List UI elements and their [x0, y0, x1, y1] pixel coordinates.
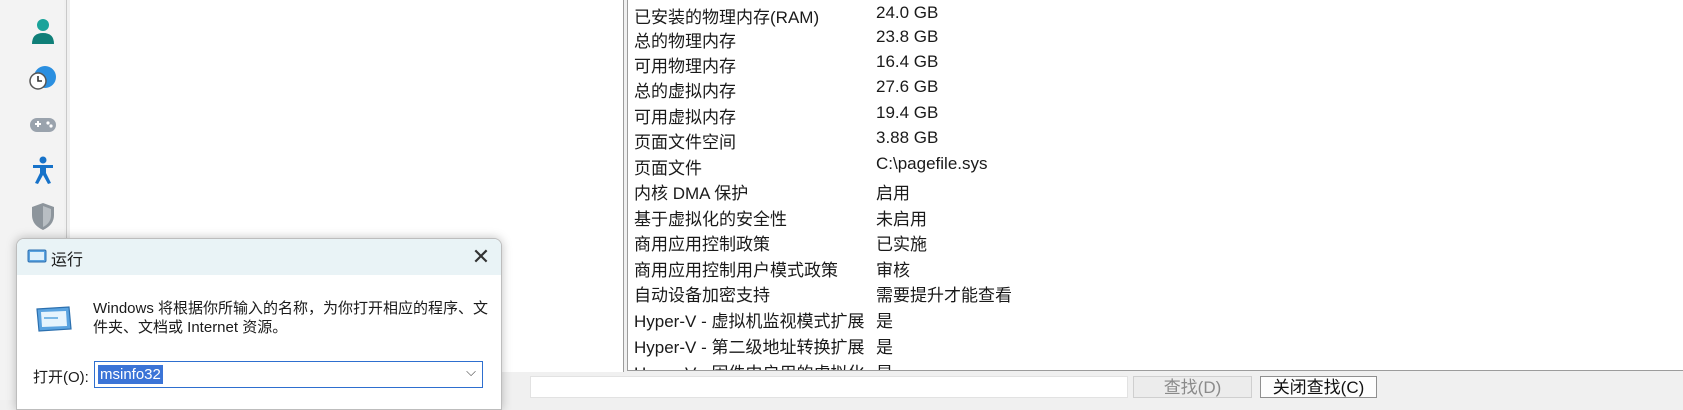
detail-value: 16.4 GB [876, 52, 939, 71]
privacy-security-icon[interactable] [26, 199, 60, 233]
detail-row[interactable]: 已安装的物理内存(RAM) 24.0 GB [634, 3, 1674, 28]
detail-item: 商用应用控制政策 [634, 235, 770, 254]
find-button[interactable]: 查找(D) [1133, 376, 1252, 398]
time-language-icon[interactable] [26, 61, 60, 95]
accessibility-icon[interactable] [26, 153, 60, 187]
run-program-icon [33, 303, 73, 335]
detail-value: 是 [876, 338, 893, 357]
find-input[interactable] [530, 376, 1128, 398]
detail-item: 可用虚拟内存 [634, 108, 736, 127]
close-icon[interactable]: ✕ [469, 245, 493, 269]
detail-value: C:\pagefile.sys [876, 154, 988, 173]
detail-value: 是 [876, 359, 893, 370]
detail-value: 27.6 GB [876, 77, 939, 96]
detail-item: 总的虚拟内存 [634, 82, 736, 101]
detail-item: 自动设备加密支持 [634, 286, 770, 305]
detail-item: 商用应用控制用户模式政策 [634, 261, 838, 280]
detail-item: 可用物理内存 [634, 57, 736, 76]
detail-value: 未启用 [876, 210, 927, 229]
detail-row[interactable]: Hyper-V - 虚拟机监视模式扩展 是 [634, 307, 1674, 332]
detail-item: 内核 DMA 保护 [634, 184, 749, 203]
run-dialog-titlebar[interactable]: 运行 ✕ [17, 239, 501, 275]
detail-value: 审核 [876, 261, 910, 280]
accounts-icon[interactable] [26, 14, 60, 48]
detail-item: 总的物理内存 [634, 32, 736, 51]
detail-item: Hyper-V - 固件中启用的虚拟化 [634, 359, 864, 370]
detail-row[interactable]: 可用物理内存 16.4 GB [634, 52, 1674, 77]
detail-value: 启用 [876, 184, 910, 203]
detail-row[interactable]: 商用应用控制政策 已实施 [634, 230, 1674, 255]
detail-item: 基于虚拟化的安全性 [634, 210, 787, 229]
detail-row[interactable]: Hyper-V - 第二级地址转换扩展 是 [634, 333, 1674, 358]
detail-item: Hyper-V - 第二级地址转换扩展 [634, 338, 865, 357]
detail-item: 页面文件空间 [634, 133, 736, 152]
detail-row[interactable]: 可用虚拟内存 19.4 GB [634, 103, 1674, 128]
run-dialog-title: 运行 [51, 252, 84, 269]
detail-row[interactable]: 商用应用控制用户模式政策 审核 [634, 256, 1674, 281]
open-label: 打开(O): [33, 369, 89, 386]
detail-item: 页面文件 [634, 159, 702, 178]
detail-value: 需要提升才能查看 [876, 286, 1012, 305]
detail-row[interactable]: 内核 DMA 保护 启用 [634, 179, 1674, 204]
open-input-selected-text[interactable]: msinfo32 [98, 365, 163, 384]
detail-value: 是 [876, 312, 893, 331]
detail-value: 19.4 GB [876, 103, 939, 122]
detail-row[interactable]: 总的虚拟内存 27.6 GB [634, 77, 1674, 102]
gaming-icon[interactable] [26, 107, 60, 141]
detail-value: 23.8 GB [876, 27, 939, 46]
detail-row[interactable]: 总的物理内存 23.8 GB [634, 27, 1674, 52]
detail-value: 已实施 [876, 235, 927, 254]
run-app-icon [27, 248, 47, 264]
detail-value: 3.88 GB [876, 128, 939, 147]
detail-item: 已安装的物理内存(RAM) [634, 8, 820, 27]
chevron-down-icon[interactable]: ⌵ [466, 364, 476, 380]
detail-row[interactable]: 页面文件 C:\pagefile.sys [634, 154, 1674, 179]
close-find-button[interactable]: 关闭查找(C) [1260, 376, 1377, 398]
open-combobox[interactable]: msinfo32 ⌵ [94, 361, 483, 388]
detail-row[interactable]: 页面文件空间 3.88 GB [634, 128, 1674, 153]
run-dialog: 运行 ✕ Windows 将根据你所输入的名称，为你打开相应的程序、文件夹、文档… [16, 238, 502, 410]
detail-value: 24.0 GB [876, 3, 939, 22]
detail-row[interactable]: 自动设备加密支持 需要提升才能查看 [634, 281, 1674, 306]
detail-row[interactable]: Hyper-V - 固件中启用的虚拟化 是 [634, 359, 1674, 370]
detail-row[interactable]: 基于虚拟化的安全性 未启用 [634, 205, 1674, 230]
detail-item: Hyper-V - 虚拟机监视模式扩展 [634, 312, 865, 331]
details-list-pane[interactable]: 已安装的物理内存(RAM) 24.0 GB 总的物理内存 23.8 GB 可用物… [627, 0, 1683, 371]
run-description: Windows 将根据你所输入的名称，为你打开相应的程序、文件夹、文档或 Int… [93, 300, 489, 336]
